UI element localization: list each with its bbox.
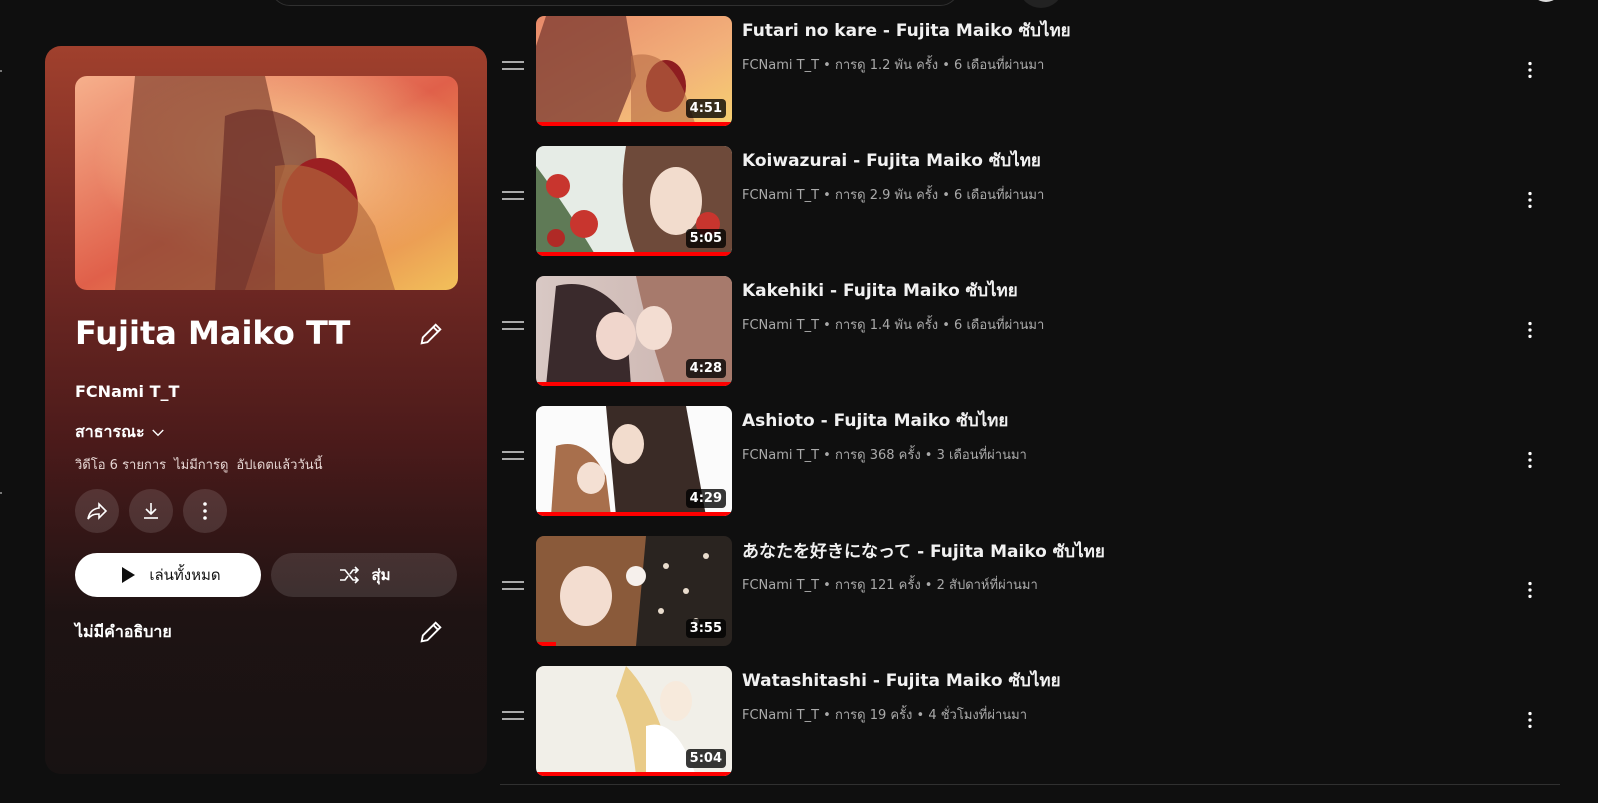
more-vertical-icon — [1528, 711, 1532, 729]
video-thumbnail[interactable]: 5:05 — [536, 146, 732, 256]
drag-handle-icon[interactable] — [502, 581, 526, 601]
video-more-button[interactable] — [1514, 314, 1546, 346]
video-more-button[interactable] — [1514, 444, 1546, 476]
playlist-stats: วิดีโอ 6 รายการ ไม่มีการดู อัปเดตแล้ววัน… — [75, 454, 323, 475]
watch-progress-bar — [536, 512, 732, 516]
watch-progress-bar — [536, 122, 732, 126]
video-row[interactable]: 5:04 Watashitashi - Fujita Maiko ซับไทย … — [490, 666, 1598, 778]
play-icon — [122, 567, 136, 583]
more-vertical-icon — [1528, 191, 1532, 209]
playlist-owner[interactable]: FCNami T_T — [75, 382, 179, 401]
youtube-playlist-page: Fujita Maiko TT FCNami T_T สาธารณะ วิดีโ… — [0, 0, 1598, 803]
video-duration: 3:55 — [685, 619, 726, 638]
video-title[interactable]: Ashioto - Fujita Maiko ซับไทย — [742, 407, 1008, 434]
edge-marker — [0, 70, 2, 72]
play-all-label: เล่นทั้งหมด — [149, 566, 221, 584]
video-thumbnail[interactable]: 4:28 — [536, 276, 732, 386]
video-thumbnail[interactable]: 4:29 — [536, 406, 732, 516]
video-more-button[interactable] — [1514, 704, 1546, 736]
playlist-description: ไม่มีคำอธิบาย — [75, 622, 172, 641]
video-row[interactable]: 4:28 Kakehiki - Fujita Maiko ซับไทย FCNa… — [490, 276, 1598, 388]
playlist-header-card: Fujita Maiko TT FCNami T_T สาธารณะ วิดีโ… — [45, 46, 487, 774]
pencil-icon — [420, 621, 442, 643]
share-button[interactable] — [75, 489, 119, 533]
video-count: วิดีโอ 6 รายการ — [75, 458, 167, 473]
chevron-down-icon — [151, 429, 164, 436]
video-more-button[interactable] — [1514, 574, 1546, 606]
video-more-button[interactable] — [1514, 184, 1546, 216]
watch-progress-bar — [536, 772, 732, 776]
privacy-label: สาธารณะ — [75, 422, 145, 441]
video-title[interactable]: Watashitashi - Fujita Maiko ซับไทย — [742, 667, 1061, 694]
video-row[interactable]: 3:55 あなたを好きになって - Fujita Maiko ซับไทย FC… — [490, 536, 1598, 648]
play-all-button[interactable]: เล่นทั้งหมด — [75, 553, 261, 597]
drag-handle-icon[interactable] — [502, 191, 526, 211]
video-row[interactable]: 4:29 Ashioto - Fujita Maiko ซับไทย FCNam… — [490, 406, 1598, 518]
more-vertical-icon — [1528, 61, 1532, 79]
video-duration: 5:05 — [685, 229, 726, 248]
download-icon — [144, 503, 158, 519]
more-vertical-icon — [1528, 581, 1532, 599]
video-duration: 5:04 — [685, 749, 726, 768]
video-more-button[interactable] — [1514, 54, 1546, 86]
video-list: 4:51 Futari no kare - Fujita Maiko ซับไท… — [490, 0, 1598, 803]
edge-marker — [0, 492, 2, 494]
video-thumbnail[interactable]: 4:51 — [536, 16, 732, 126]
updated-label: อัปเดตแล้ววันนี้ — [236, 458, 323, 473]
more-options-button[interactable] — [183, 489, 227, 533]
video-duration: 4:28 — [685, 359, 726, 378]
video-meta: FCNami T_T • การดู 121 ครั้ง • 2 สัปดาห์… — [742, 578, 1038, 593]
video-title[interactable]: Kakehiki - Fujita Maiko ซับไทย — [742, 277, 1018, 304]
edit-title-button[interactable] — [417, 320, 445, 348]
video-row[interactable]: 4:51 Futari no kare - Fujita Maiko ซับไท… — [490, 16, 1598, 128]
privacy-dropdown[interactable]: สาธารณะ — [75, 420, 167, 445]
more-vertical-icon — [1528, 451, 1532, 469]
download-button[interactable] — [129, 489, 173, 533]
playlist-cover-image[interactable] — [75, 76, 458, 290]
video-title[interactable]: Futari no kare - Fujita Maiko ซับไทย — [742, 17, 1071, 44]
page-title: Fujita Maiko TT — [75, 314, 351, 352]
video-meta: FCNami T_T • การดู 368 ครั้ง • 3 เดือนที… — [742, 448, 1027, 463]
shuffle-icon — [340, 566, 360, 584]
watch-progress-bar — [536, 382, 732, 386]
drag-handle-icon[interactable] — [502, 61, 526, 81]
drag-handle-icon[interactable] — [502, 711, 526, 731]
drag-handle-icon[interactable] — [502, 451, 526, 471]
video-meta: FCNami T_T • การดู 19 ครั้ง • 4 ชั่วโมงท… — [742, 708, 1027, 723]
video-meta: FCNami T_T • การดู 1.2 พัน ครั้ง • 6 เดื… — [742, 58, 1045, 73]
video-duration: 4:29 — [685, 489, 726, 508]
video-row[interactable]: 5:05 Koiwazurai - Fujita Maiko ซับไทย FC… — [490, 146, 1598, 258]
shuffle-label: สุ่ม — [371, 566, 391, 584]
share-icon — [87, 502, 108, 520]
video-title[interactable]: あなたを好きになって - Fujita Maiko ซับไทย — [742, 537, 1105, 565]
divider — [500, 784, 1560, 785]
watch-progress-bar — [536, 252, 732, 256]
video-meta: FCNami T_T • การดู 2.9 พัน ครั้ง • 6 เดื… — [742, 188, 1045, 203]
view-count: ไม่มีการดู — [174, 458, 229, 473]
edit-description-button[interactable] — [417, 618, 445, 646]
shuffle-button[interactable]: สุ่ม — [271, 553, 457, 597]
pencil-icon — [420, 323, 442, 345]
video-meta: FCNami T_T • การดู 1.4 พัน ครั้ง • 6 เดื… — [742, 318, 1045, 333]
video-thumbnail[interactable]: 5:04 — [536, 666, 732, 776]
more-vertical-icon — [203, 502, 207, 520]
drag-handle-icon[interactable] — [502, 321, 526, 341]
watch-progress-bar — [536, 642, 556, 646]
video-thumbnail[interactable]: 3:55 — [536, 536, 732, 646]
video-title[interactable]: Koiwazurai - Fujita Maiko ซับไทย — [742, 147, 1041, 174]
video-duration: 4:51 — [685, 99, 726, 118]
more-vertical-icon — [1528, 321, 1532, 339]
